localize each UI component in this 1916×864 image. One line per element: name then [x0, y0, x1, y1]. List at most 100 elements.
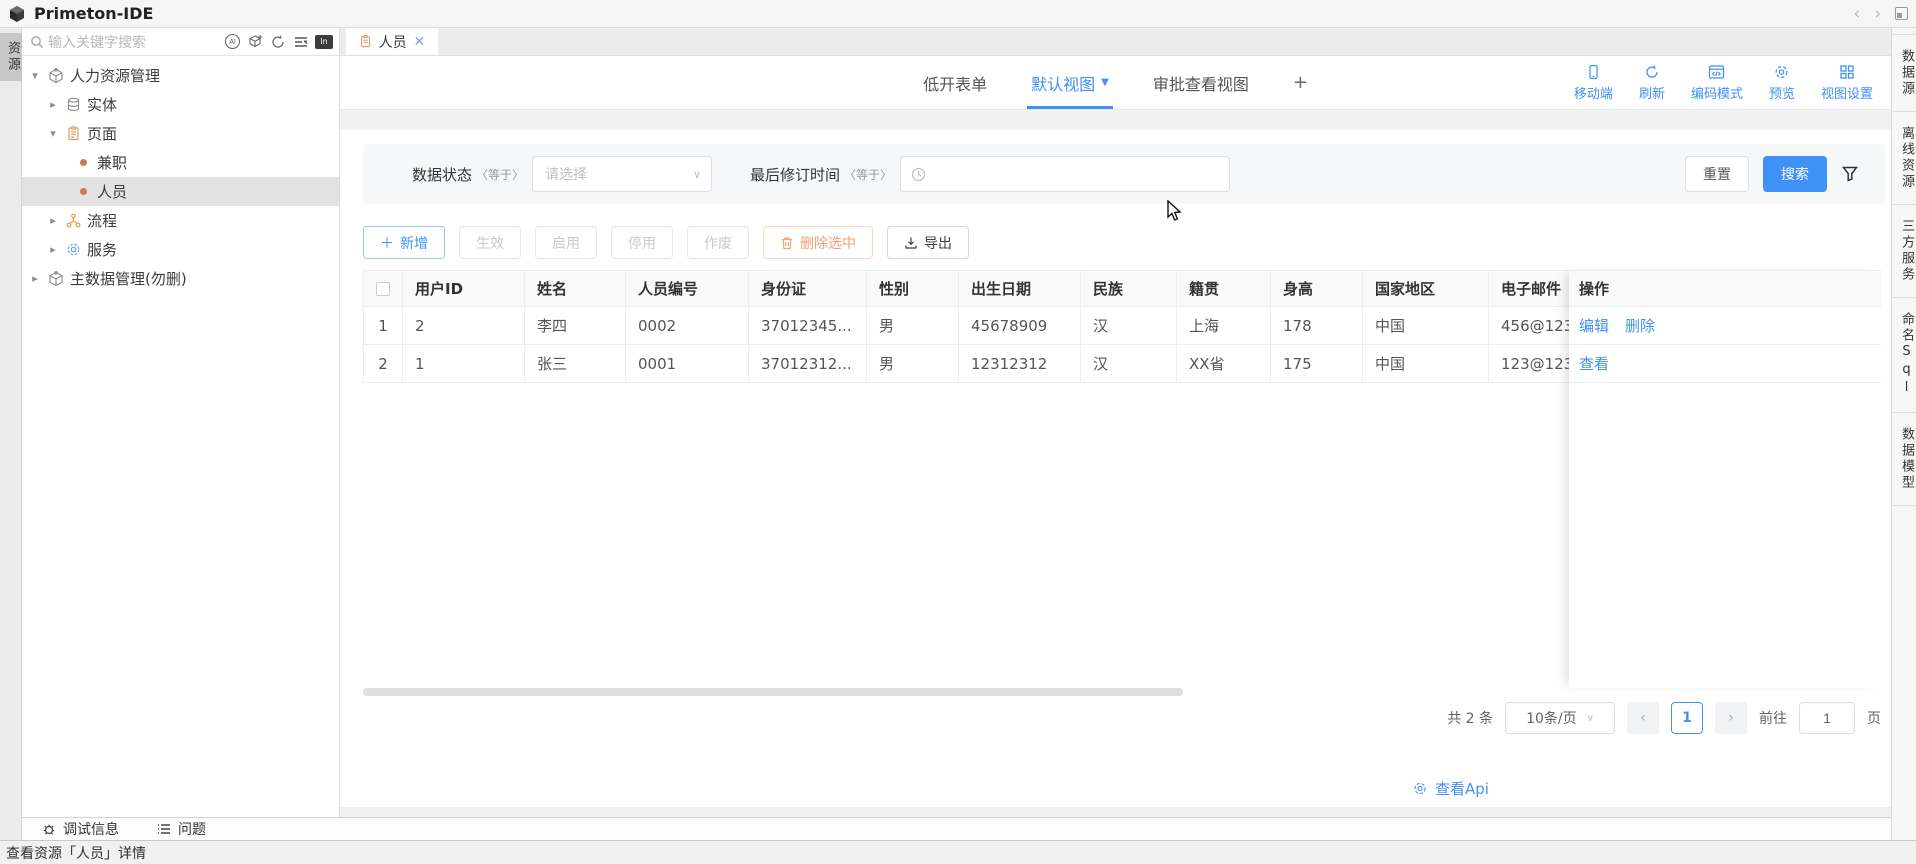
export-button[interactable]: 导出 [887, 226, 969, 259]
bottom-panel-bar: 调试信息 问题 [0, 817, 1916, 840]
refresh-tree-icon[interactable] [269, 33, 287, 51]
export-label: 导出 [924, 233, 952, 253]
take-effect-button[interactable]: 生效 [459, 226, 521, 259]
rail-tab-offline-resources[interactable]: 离线资源 [1892, 112, 1916, 205]
view-tab-lowcode-form[interactable]: 低开表单 [923, 56, 987, 109]
rail-tab-resources[interactable]: 资源 [0, 33, 22, 81]
explorer-search-input[interactable] [48, 34, 219, 50]
rail-tab-named-sql[interactable]: 命名Sql [1892, 298, 1916, 413]
mobile-view-button[interactable]: 移动端 [1574, 64, 1613, 102]
view-api-link[interactable]: 查看Api [1412, 778, 1489, 799]
view-content: 数据状态 〈等于〉 请选择 ∨ 最后修订时间 〈等于〉 重置 搜索 [340, 110, 1891, 817]
app-logo-icon [8, 5, 26, 23]
main-area: 人员 ✕ 低开表单 默认视图 ▼ 审批查看视图 + 移动端 刷新 [340, 28, 1891, 817]
tree-item-label: 主数据管理(勿删) [70, 268, 187, 289]
problems-button[interactable]: 问题 [157, 819, 206, 839]
tree-item-entity[interactable]: ▸ 实体 [22, 90, 339, 119]
rail-tab-datasource[interactable]: 数据源 [1892, 34, 1916, 112]
col-header-gender: 性别 [867, 270, 959, 307]
view-api-label: 查看Api [1435, 778, 1489, 799]
tree-item-services[interactable]: ▸ 服务 [22, 235, 339, 264]
status-select-placeholder: 请选择 [545, 164, 587, 184]
cell-country: 中国 [1363, 345, 1489, 383]
expand-arrow-icon[interactable]: ▸ [46, 98, 60, 111]
tree-item-process[interactable]: ▸ 流程 [22, 206, 339, 235]
expand-arrow-icon[interactable]: ▾ [28, 69, 42, 82]
expand-arrow-icon[interactable]: ▸ [46, 243, 60, 256]
preview-button[interactable]: 预览 [1769, 64, 1795, 102]
enable-label: 启用 [552, 233, 580, 253]
tree-item-label: 实体 [87, 94, 117, 115]
history-back-icon[interactable]: ‹ [1853, 4, 1860, 24]
input-method-icon[interactable]: In [315, 33, 333, 51]
cell-user-id: 2 [403, 307, 525, 345]
invalidate-button[interactable]: 作废 [687, 226, 749, 259]
col-header-user-id: 用户ID [403, 270, 525, 307]
refresh-view-button[interactable]: 刷新 [1639, 64, 1665, 102]
status-text: 查看资源「人员」详情 [6, 843, 146, 863]
filter-funnel-icon[interactable] [1841, 165, 1859, 183]
tree-item-personnel[interactable]: 人员 [22, 177, 339, 206]
operation-cell: 查看 [1569, 345, 1881, 383]
page-size-select[interactable]: 10条/页 ∨ [1505, 702, 1615, 734]
filter-status-label: 数据状态 [412, 164, 472, 185]
status-select[interactable]: 请选择 ∨ [532, 156, 712, 192]
view-tab-approval[interactable]: 审批查看视图 [1153, 56, 1249, 109]
tree-item-pages[interactable]: ▾ 页面 [22, 119, 339, 148]
horizontal-scrollbar-thumb[interactable] [363, 688, 1183, 696]
history-forward-icon[interactable]: › [1874, 4, 1881, 24]
rail-tab-thirdparty-services[interactable]: 三方服务 [1892, 205, 1916, 298]
filter-panel: 数据状态 〈等于〉 请选择 ∨ 最后修订时间 〈等于〉 重置 搜索 [363, 144, 1885, 204]
add-view-button[interactable]: + [1293, 56, 1308, 109]
trash-icon [780, 236, 794, 250]
expand-arrow-icon[interactable]: ▾ [46, 127, 60, 140]
page-clipboard-icon [66, 126, 81, 141]
new-model-cube-icon[interactable] [246, 33, 264, 51]
col-header-height: 身高 [1271, 270, 1363, 307]
expand-arrow-icon[interactable]: ▸ [46, 214, 60, 227]
page-dot-icon [80, 159, 87, 166]
add-button[interactable]: ＋ 新增 [363, 226, 445, 259]
enable-button[interactable]: 启用 [535, 226, 597, 259]
editor-tabstrip: 人员 ✕ [340, 28, 1891, 56]
tree-item-master-data[interactable]: ▸ 主数据管理(勿删) [22, 264, 339, 293]
tree-item-parttime[interactable]: 兼职 [22, 148, 339, 177]
list-settings-icon[interactable] [292, 33, 310, 51]
modified-time-input[interactable] [900, 156, 1230, 192]
search-icon [30, 35, 44, 49]
tree-item-label: 流程 [87, 210, 117, 231]
rail-tab-data-model[interactable]: 数据模型 [1892, 413, 1916, 506]
select-all-checkbox[interactable] [376, 282, 390, 296]
next-page-button[interactable]: › [1715, 702, 1747, 734]
delete-link[interactable]: 删除 [1625, 315, 1655, 336]
editor-tab-personnel[interactable]: 人员 ✕ [346, 28, 438, 55]
reset-button[interactable]: 重置 [1685, 156, 1749, 192]
debug-info-button[interactable]: 调试信息 [42, 819, 119, 839]
view-settings-button[interactable]: 视图设置 [1821, 64, 1873, 102]
svg-text:AI: AI [229, 39, 236, 46]
total-count-label: 共 2 条 [1447, 708, 1493, 728]
code-mode-button[interactable]: 编码模式 [1691, 64, 1743, 102]
edit-link[interactable]: 编辑 [1579, 315, 1609, 336]
view-tab-default[interactable]: 默认视图 ▼ [1031, 56, 1109, 109]
window-layout-icon[interactable] [1895, 7, 1908, 20]
goto-page-input[interactable] [1799, 702, 1855, 734]
prev-page-button[interactable]: ‹ [1627, 702, 1659, 734]
close-tab-icon[interactable]: ✕ [414, 34, 426, 50]
view-link[interactable]: 查看 [1579, 353, 1609, 374]
cell-person-no: 0001 [626, 345, 749, 383]
database-icon [66, 97, 81, 112]
tree-item-hr-management[interactable]: ▾ 人力资源管理 [22, 61, 339, 90]
reset-label: 重置 [1703, 164, 1731, 184]
expand-arrow-icon[interactable]: ▸ [28, 272, 42, 285]
ai-assistant-icon[interactable]: AI [223, 33, 241, 51]
page-number-button[interactable]: 1 [1671, 702, 1703, 734]
search-button[interactable]: 搜索 [1763, 156, 1827, 192]
cell-gender: 男 [867, 345, 959, 383]
titlebar: Primeton-IDE ‹ › [0, 0, 1916, 28]
table-toolbar: ＋ 新增 生效 启用 停用 作废 删除选中 导出 [363, 226, 969, 259]
cell-id-card: 37012312... [749, 345, 867, 383]
flow-icon [66, 213, 81, 228]
disable-button[interactable]: 停用 [611, 226, 673, 259]
delete-selected-button[interactable]: 删除选中 [763, 226, 873, 259]
